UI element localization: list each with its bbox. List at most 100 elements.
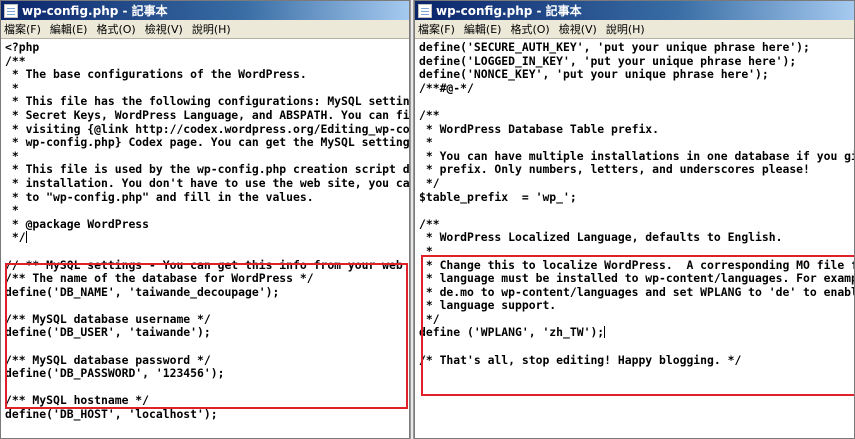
code-line: /** The name of the database for WordPre… [5, 271, 409, 286]
code-line-text: * The base configurations of the WordPre… [5, 67, 307, 82]
code-line: * Secret Keys, WordPress Language, and A… [5, 107, 410, 123]
code-line: * prefix. Only numbers, letters, and und… [419, 163, 854, 177]
code-line: define('LOGGED_IN_KEY', 'put your unique… [419, 54, 854, 69]
code-line-text: /** [419, 216, 440, 231]
code-line-text: define ('WPLANG', 'zh_TW'); [419, 325, 605, 340]
code-line-text: define('SECURE_AUTH_KEY', 'put your uniq… [419, 40, 810, 54]
menu-file[interactable]: 檔案(F) [4, 21, 41, 37]
code-line: <?php [5, 40, 409, 55]
notepad-icon [418, 3, 432, 18]
code-line: $table_prefix = 'wp_'; [419, 189, 854, 205]
code-line: * visiting {@link http://codex.wordpress… [5, 121, 410, 137]
code-line-text: * This file is used by the wp-config.php… [11, 162, 410, 177]
code-line-text: <?php [5, 40, 40, 54]
code-line: * language must be installed to wp-conte… [419, 271, 854, 286]
text-editor-area[interactable]: <?php/** * The base configurations of th… [1, 39, 409, 438]
code-line: * de.mo to wp-content/languages and set … [419, 284, 854, 300]
menu-help[interactable]: 說明(H) [192, 21, 231, 37]
code-line-text: * Secret Keys, WordPress Language, and A… [11, 107, 410, 122]
menu-format[interactable]: 格式(O) [96, 21, 135, 37]
text-caret [604, 326, 606, 339]
code-line: /**#@-*/ [419, 80, 854, 96]
code-line-text: */ [5, 230, 26, 245]
code-line-text: /**#@-*/ [419, 80, 474, 95]
menu-file[interactable]: 檔案(F) [418, 21, 455, 37]
code-line: * You can have multiple installations in… [419, 148, 854, 164]
code-line-text: * de.mo to wp-content/languages and set … [425, 284, 854, 299]
code-line-text: * You can have multiple installations in… [425, 148, 854, 163]
code-line: * @package WordPress [5, 216, 409, 232]
title-bar[interactable]: wp-config.php - 記事本 [415, 1, 854, 20]
code-text: <?php/** * The base configurations of th… [1, 39, 409, 422]
code-line: /** [419, 216, 854, 232]
code-line-text: * [5, 148, 19, 163]
window-title: wp-config.php - 記事本 [22, 4, 168, 18]
code-line-text: * [5, 203, 19, 218]
code-line-text: define('DB_PASSWORD', '123456'); [5, 366, 225, 381]
code-line: * WordPress Database Table prefix. [419, 121, 854, 137]
code-line: * installation. You don't have to use th… [5, 175, 410, 191]
code-line: define('DB_HOST', 'localhost'); [5, 407, 409, 422]
code-line-text: define('DB_NAME', 'taiwande_decoupage'); [5, 284, 280, 299]
code-line-text: * This file has the following configurat… [11, 94, 410, 109]
code-line-text: $table_prefix = 'wp_'; [419, 189, 577, 204]
code-line-text: * wp-config.php} Codex page. You can get… [11, 135, 410, 150]
code-line-text: * Change this to localize WordPress. A c… [425, 257, 854, 272]
menu-view[interactable]: 檢視(V) [559, 21, 597, 37]
code-line-text: * [5, 80, 19, 95]
code-line: /* That's all, stop editing! Happy blogg… [419, 353, 854, 368]
code-line: define ('WPLANG', 'zh_TW'); [419, 326, 854, 340]
code-line-text: */ [419, 175, 440, 190]
code-line: define('NONCE_KEY', 'put your unique phr… [419, 67, 854, 82]
code-line: * [5, 80, 409, 96]
notepad-window-right: wp-config.php - 記事本 檔案(F) 編輯(E) 格式(O) 檢視… [414, 0, 855, 439]
menu-view[interactable]: 檢視(V) [145, 21, 183, 37]
code-line: define('DB_PASSWORD', '123456'); [5, 366, 409, 381]
code-line-text: * visiting {@link http://codex.wordpress… [11, 121, 410, 136]
code-line-text: */ [419, 311, 440, 326]
code-line-text: /** MySQL database username */ [5, 311, 211, 326]
code-text: define('SECURE_AUTH_KEY', 'put your uniq… [415, 39, 854, 367]
code-line-text: /** [5, 53, 26, 68]
title-bar[interactable]: wp-config.php - 記事本 [1, 1, 409, 20]
code-line: * This file has the following configurat… [5, 95, 409, 109]
code-line: * to "wp-config.php" and fill in the val… [5, 189, 409, 205]
code-line: define('DB_NAME', 'taiwande_decoupage'); [5, 284, 409, 300]
code-line: * Change this to localize WordPress. A c… [419, 257, 854, 273]
code-line: /** [5, 53, 409, 69]
menu-help[interactable]: 說明(H) [606, 21, 645, 37]
menu-bar: 檔案(F) 編輯(E) 格式(O) 檢視(V) 說明(H) [415, 20, 854, 39]
code-line-text: * @package WordPress [5, 216, 150, 231]
code-line-text: * to "wp-config.php" and fill in the val… [5, 189, 314, 204]
menu-edit[interactable]: 編輯(E) [50, 21, 88, 37]
code-line: * wp-config.php} Codex page. You can get… [5, 135, 410, 150]
menu-edit[interactable]: 編輯(E) [464, 21, 502, 37]
text-editor-area[interactable]: define('SECURE_AUTH_KEY', 'put your uniq… [415, 39, 854, 438]
code-line-text: * installation. You don't have to use th… [11, 175, 410, 190]
code-line-text: * WordPress Database Table prefix. [419, 121, 660, 136]
code-line: define('SECURE_AUTH_KEY', 'put your uniq… [419, 40, 854, 55]
code-line-text: * [419, 135, 433, 150]
code-line: * [5, 148, 409, 164]
code-line: /** MySQL hostname */ [5, 394, 409, 408]
code-line: * WordPress Localized Language, defaults… [419, 231, 854, 245]
code-line: * [5, 203, 409, 218]
code-line-text: define('DB_USER', 'taiwande'); [5, 325, 211, 340]
code-line-text: * language must be installed to wp-conte… [425, 271, 854, 286]
code-line: /** MySQL database password */ [5, 353, 409, 368]
code-line-text: * language support. [419, 298, 557, 313]
code-line-text: // ** MySQL settings - You can get this … [5, 257, 403, 272]
menu-format[interactable]: 格式(O) [510, 21, 549, 37]
notepad-icon [4, 3, 18, 18]
code-line: /** MySQL database username */ [5, 311, 409, 327]
code-line: */ [419, 175, 854, 191]
code-line: /** [419, 108, 854, 123]
code-line-text: * [419, 243, 433, 258]
